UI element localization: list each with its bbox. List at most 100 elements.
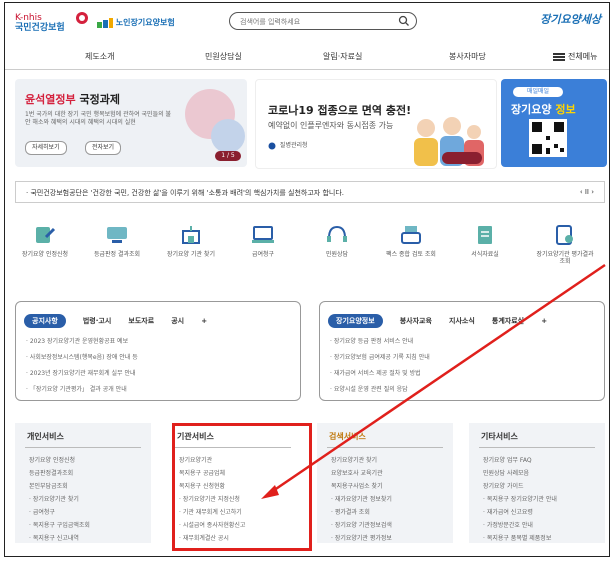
service-link[interactable]: · 복지용구 품목별 제품정보 [483, 533, 557, 542]
kdca-label: 질병관리청 [279, 142, 308, 149]
list-item[interactable]: · 2023 장기요양기관 운영현황공표 예보 [26, 336, 138, 345]
banner-covid[interactable]: 코로나19 접종으로 면역 충전! 예약없이 인플루엔자와 동시접종 가능 질병… [255, 79, 497, 169]
tab-notice[interactable]: 공지사항 [24, 313, 66, 328]
search-icon[interactable] [398, 15, 410, 27]
quick-forms[interactable]: 서식자료실 [455, 225, 515, 258]
service-link[interactable]: 본인부담금조회 [29, 481, 90, 490]
banner-policy-title: 윤석열정부 국정과제 [25, 91, 120, 107]
service-link[interactable]: · 가정방문간호 안내 [483, 520, 557, 529]
service-link[interactable]: · 복지용구 신고내역 [29, 533, 90, 542]
service-link[interactable]: · 복지용구 장기요양기관 안내 [483, 494, 557, 503]
quick-counsel[interactable]: 민원상담 [307, 225, 367, 258]
banner-policy[interactable]: 윤석열정부 국정과제 1번 국가의 대한 장기 국민 행복보험에 관하여 국민들… [15, 79, 247, 167]
caregiver-payment-icon [252, 226, 274, 243]
service-link[interactable]: 복지용구사업소 찾기 [331, 481, 392, 490]
ltc-logo[interactable]: 노인장기요양보험 [97, 17, 175, 28]
board-tabs: 장기요양정보 봉사자교육 지사소식 통계자료실 + [328, 310, 559, 328]
list-item[interactable]: · 요양시설 운영 관련 질의 응답 [330, 384, 430, 393]
list-item[interactable]: · 사회보장정보시스템(행복e음) 장애 안내 등 [26, 352, 138, 361]
service-link[interactable]: · 재가급여 신고요령 [483, 507, 557, 516]
quick-claim[interactable]: 급여청구 [233, 225, 293, 258]
qr-code-icon [529, 119, 567, 157]
banner-pager[interactable] [442, 152, 482, 164]
service-link[interactable]: · 장기요양기관 평가정보 [331, 533, 392, 542]
quick-label: 장기요양기관 평가결과 조회 [536, 251, 594, 265]
service-link[interactable]: · 평가결과 조회 [331, 507, 392, 516]
nav-item-intro[interactable]: 제도소개 [85, 51, 114, 62]
board-tabs: 공지사항 법령·고시 보도자료 공시 + [24, 310, 219, 328]
quick-menu: 장기요양 인정신청 등급판정 결과조회 장기요양 기관 찾기 급여청구 민원상담… [15, 225, 605, 293]
view-button[interactable]: 전자보기 [85, 141, 122, 155]
kdca-logo: 질병관리청 [268, 140, 308, 150]
list-item[interactable]: · 장기요양보험 급여제공 기록 지침 안내 [330, 352, 430, 361]
divider [327, 447, 443, 448]
notice-list: · 2023 장기요양기관 운영현황공표 예보 · 사회보장정보시스템(행복e음… [26, 336, 138, 400]
service-title: 검색서비스 [329, 432, 366, 441]
service-link[interactable]: · 급여청구 [29, 507, 90, 516]
service-link[interactable]: 등급판정결과조회 [29, 468, 90, 477]
list-item[interactable]: · 재가급여 서비스 제공 절차 및 방법 [330, 368, 430, 377]
service-link[interactable]: · 복지용구 구입금액조회 [29, 520, 90, 529]
nhis-logo-mark-icon [76, 12, 88, 24]
list-item[interactable]: · 「장기요양 기관평가」 결과 공개 안내 [26, 384, 138, 393]
all-menu-label: 전체메뉴 [568, 52, 598, 61]
quick-rating[interactable]: 등급판정 결과조회 [87, 225, 147, 258]
logo-top-text: K-nhis [15, 13, 42, 23]
service-link[interactable]: 민원상담 사례모음 [483, 468, 557, 477]
service-search: 검색서비스 장기요양기관 찾기 요양보호사 교육기관 복지용구사업소 찾기 · … [317, 423, 453, 543]
service-link[interactable]: 장기요양 업무 FAQ [483, 455, 557, 464]
detail-button[interactable]: 자세히보기 [25, 141, 67, 155]
decor-circle [211, 119, 245, 153]
nhis-logo[interactable]: K-nhis 국민건강보험 [15, 13, 65, 33]
tab-press[interactable]: 보도자료 [128, 316, 154, 326]
notice-ticker[interactable]: · 국민건강보험공단은 '건강한 국민, 건강한 삶'을 이루기 위해 '소통과… [15, 181, 605, 203]
care-facility-search-icon [182, 226, 200, 244]
banner-ltc-info[interactable]: 매일매일 장기요양 정보 [501, 79, 607, 167]
search-box[interactable] [229, 12, 417, 30]
tab-statistics[interactable]: 통계자료실 [492, 316, 524, 326]
nav-item-counsel[interactable]: 민원상담실 [205, 51, 242, 62]
all-menu-button[interactable]: 전체메뉴 [553, 51, 597, 62]
tab-disclosure[interactable]: 공시 [171, 316, 184, 326]
quick-fax[interactable]: 팩스 종합 검토 조회 [381, 225, 441, 258]
notice-text: · 국민건강보험공단은 '건강한 국민, 건강한 삶'을 이루기 위해 '소통과… [26, 189, 344, 197]
more-button[interactable]: + [541, 317, 547, 325]
service-links: 장기요양 인정신청 등급판정결과조회 본인부담금조회 · 장기요양기관 찾기 ·… [29, 455, 90, 546]
service-link[interactable]: 요양보호사 교육기관 [331, 468, 392, 477]
quick-apply[interactable]: 장기요양 인정신청 [15, 225, 75, 258]
tab-volunteer-edu[interactable]: 봉사자교육 [400, 316, 432, 326]
tab-ltc-info[interactable]: 장기요양정보 [328, 313, 383, 328]
quick-evaluation[interactable]: 장기요양기관 평가결과 조회 [535, 225, 595, 265]
kdca-icon [268, 142, 276, 149]
banner-policy-desc: 1번 국가의 대한 장기 국민 행복보험에 관하여 국민들의 불안 해소와 혜택… [25, 111, 172, 126]
logo-main-text: 국민건강보험 [15, 23, 65, 33]
divider [479, 447, 595, 448]
nav-item-volunteer[interactable]: 봉사자마당 [449, 51, 486, 62]
more-button[interactable]: + [201, 317, 207, 325]
search-input[interactable] [238, 15, 392, 29]
brand-logo[interactable]: 장기요양세상 [540, 11, 601, 27]
board-info: 장기요양정보 봉사자교육 지사소식 통계자료실 + · 장기요양 등급 판정 서… [319, 301, 605, 401]
service-link[interactable]: · 장기요양 기관정보검색 [331, 520, 392, 529]
ticker-controls[interactable]: ‹ II › [580, 188, 594, 196]
info-list: · 장기요양 등급 판정 서비스 안내 · 장기요양보험 급여제공 기록 지침 … [330, 336, 430, 400]
logo-sub-text: 노인장기요양보험 [115, 18, 175, 27]
quick-label: 서식자료실 [471, 251, 499, 258]
service-link[interactable]: 장기요양기관 찾기 [331, 455, 392, 464]
service-link[interactable]: · 재가요양기관 정보찾기 [331, 494, 392, 503]
service-other: 기타서비스 장기요양 업무 FAQ 민원상담 사례모음 장기요양 가이드 · 복… [469, 423, 605, 543]
list-item[interactable]: · 장기요양 등급 판정 서비스 안내 [330, 336, 430, 345]
list-item[interactable]: · 2023년 장기요양기관 재무회계 실무 안내 [26, 368, 138, 377]
nav-item-notice[interactable]: 알림·자료실 [323, 51, 362, 62]
quick-label: 급여청구 [251, 251, 275, 258]
service-link[interactable]: 장기요양 가이드 [483, 481, 557, 490]
service-links: 장기요양 업무 FAQ 민원상담 사례모음 장기요양 가이드 · 복지용구 장기… [483, 455, 557, 546]
banner-pager[interactable]: 1 / 5 [215, 151, 241, 161]
quick-facility[interactable]: 장기요양 기관 찾기 [161, 225, 221, 258]
service-link[interactable]: 장기요양 인정신청 [29, 455, 90, 464]
service-link[interactable]: · 장기요양기관 찾기 [29, 494, 90, 503]
long-term-care-apply-icon [36, 227, 56, 243]
tab-branch-news[interactable]: 지사소식 [449, 316, 475, 326]
tab-law[interactable]: 법령·고시 [83, 316, 111, 326]
title-rest: 국정과제 [79, 93, 120, 106]
